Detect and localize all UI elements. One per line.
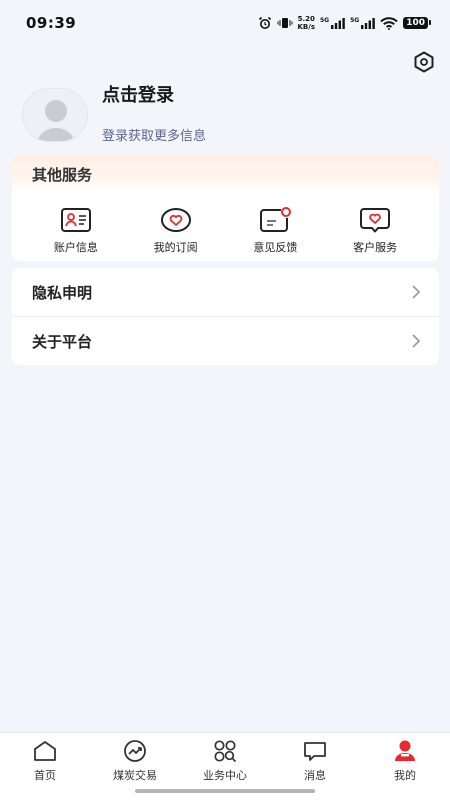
trade-chart-icon bbox=[124, 740, 146, 762]
net-speed-value: 5.20 bbox=[297, 15, 315, 23]
status-time: 09:39 bbox=[26, 14, 77, 32]
tab-home[interactable]: 首页 bbox=[0, 733, 90, 800]
settings-menu-card: 隐私申明 关于平台 bbox=[12, 268, 439, 365]
customer-service-icon bbox=[360, 208, 391, 233]
tab-label: 煤炭交易 bbox=[113, 769, 157, 782]
service-label: 意见反馈 bbox=[253, 241, 298, 254]
service-customer-service[interactable]: 客户服务 bbox=[335, 207, 415, 255]
alarm-icon bbox=[258, 16, 272, 30]
business-grid-icon bbox=[214, 740, 237, 763]
account-card-icon bbox=[60, 208, 91, 232]
profile-text: 点击登录 登录获取更多信息 bbox=[102, 85, 207, 144]
user-icon bbox=[395, 740, 415, 761]
service-feedback[interactable]: 意见反馈 bbox=[235, 207, 315, 255]
services-title: 其他服务 bbox=[32, 165, 93, 184]
service-label: 账户信息 bbox=[53, 241, 98, 254]
tab-mine[interactable]: 我的 bbox=[360, 733, 450, 800]
net-speed-unit: KB/s bbox=[297, 23, 315, 31]
signal-icon bbox=[361, 17, 376, 29]
menu-label: 隐私申明 bbox=[32, 283, 93, 302]
battery-indicator: 100 bbox=[403, 17, 431, 29]
menu-label: 关于平台 bbox=[32, 332, 93, 351]
other-services-card: 其他服务 账户信息 我的订阅 意见反馈 客户服务 bbox=[12, 155, 439, 261]
tab-label: 业务中心 bbox=[203, 769, 247, 782]
settings-hexagon-icon bbox=[414, 51, 434, 73]
tab-label: 我的 bbox=[394, 769, 416, 782]
menu-item-privacy[interactable]: 隐私申明 bbox=[12, 268, 439, 316]
service-label: 客户服务 bbox=[353, 241, 398, 254]
network-speed: 5.20 KB/s bbox=[298, 15, 315, 31]
menu-item-about[interactable]: 关于平台 bbox=[12, 316, 439, 365]
wifi-icon bbox=[380, 16, 398, 30]
status-bar: 09:39 5.20 KB/s 5G 5G 100 bbox=[0, 0, 450, 46]
signal-icon bbox=[331, 17, 345, 29]
signal2-label: 5G bbox=[350, 17, 360, 24]
feedback-icon bbox=[260, 207, 292, 232]
service-account-info[interactable]: 账户信息 bbox=[36, 207, 116, 255]
service-my-subscription[interactable]: 我的订阅 bbox=[136, 207, 216, 255]
tab-label: 首页 bbox=[34, 769, 56, 782]
vibrate-icon bbox=[277, 17, 293, 29]
signal1-label: 5G bbox=[319, 17, 330, 24]
services-header: 其他服务 bbox=[12, 155, 439, 193]
home-indicator[interactable] bbox=[135, 789, 315, 793]
login-title[interactable]: 点击登录 bbox=[102, 81, 206, 107]
home-icon bbox=[34, 741, 56, 761]
avatar[interactable] bbox=[22, 88, 88, 142]
login-profile[interactable]: 点击登录 登录获取更多信息 bbox=[22, 85, 422, 144]
services-row: 账户信息 我的订阅 意见反馈 客户服务 bbox=[12, 193, 439, 255]
default-avatar-icon bbox=[37, 100, 75, 141]
status-icons: 5.20 KB/s 5G 5G 100 bbox=[258, 15, 431, 31]
service-label: 我的订阅 bbox=[153, 241, 198, 254]
chevron-right-icon bbox=[412, 334, 421, 348]
tab-label: 消息 bbox=[304, 769, 326, 782]
heart-subscription-icon bbox=[160, 208, 191, 232]
settings-button[interactable] bbox=[412, 50, 436, 74]
login-subtitle: 登录获取更多信息 bbox=[102, 128, 207, 144]
message-icon bbox=[304, 742, 326, 761]
chevron-right-icon bbox=[412, 285, 421, 299]
